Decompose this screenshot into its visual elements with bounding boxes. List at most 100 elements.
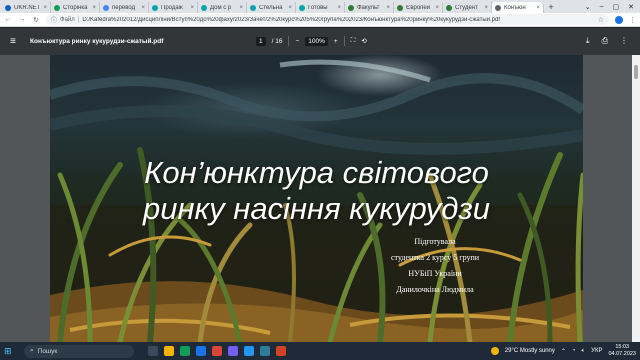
tab-favicon-icon (348, 4, 354, 11)
browser-tab[interactable]: Готовы × (296, 2, 345, 13)
tab-close-icon[interactable]: × (386, 5, 390, 11)
profile-avatar[interactable] (615, 15, 623, 24)
zoom-in-button[interactable]: + (334, 38, 338, 45)
reload-button[interactable]: ↻ (32, 16, 40, 24)
maximize-button[interactable]: ▢ (613, 3, 620, 11)
pdf-page-controls: 1 / 16 − 100% + ⛶ ⟲ (256, 36, 367, 46)
browser-tab[interactable]: Сторінка × (51, 2, 100, 13)
tab-close-icon[interactable]: × (536, 5, 540, 11)
chrome-icon[interactable] (212, 346, 222, 356)
back-button[interactable]: ← (4, 16, 12, 23)
menu-icon[interactable]: ≡ (10, 36, 24, 47)
viber-icon[interactable] (228, 346, 238, 356)
tab-close-icon[interactable]: × (43, 5, 47, 11)
tab-label: Конъюн (504, 4, 526, 11)
url-input[interactable]: ⓘ Файл | D:/Kafedra%202012/Дисципліни/Вс… (46, 14, 609, 25)
tab-close-icon[interactable]: × (337, 5, 341, 11)
page-number-input[interactable]: 1 (256, 36, 266, 46)
browser-tab[interactable]: Стельна × (247, 2, 296, 13)
network-icon[interactable]: ◔ (572, 348, 576, 354)
browser-tab[interactable]: Конъюн × (492, 2, 544, 13)
tab-close-icon[interactable]: × (239, 5, 243, 11)
tab-close-icon[interactable]: × (484, 5, 488, 11)
byline-line-3: НУБіП України (408, 269, 462, 278)
file-scheme-label: Файл (60, 16, 75, 23)
tab-label: UKR.NET (14, 4, 41, 11)
tab-label: перевод (112, 4, 136, 11)
address-bar: ← → ↻ ⓘ Файл | D:/Kafedra%202012/Дисципл… (0, 13, 640, 27)
search-icon: ⌕ (30, 347, 34, 354)
pdf-actions: ⤓ ⎙ ⋮ (586, 36, 628, 46)
browser-menu-icon[interactable]: ⋮ (629, 16, 636, 24)
zoom-input[interactable]: 100% (305, 36, 328, 46)
minimize-button[interactable]: – (600, 3, 604, 10)
info-icon[interactable]: ⓘ (51, 15, 57, 24)
tab-favicon-icon (201, 4, 207, 11)
byline-line-4: Данилочкіна Людмила (396, 285, 474, 294)
clock[interactable]: 15:03 04.07.2023 (608, 344, 636, 358)
divider (288, 36, 290, 46)
new-tab-button[interactable]: + (544, 2, 558, 13)
browser-tab[interactable]: Дом с р × (198, 2, 247, 13)
tab-favicon-icon (152, 4, 158, 11)
vertical-scrollbar[interactable] (632, 55, 640, 342)
tab-favicon-icon (5, 4, 11, 11)
file-explorer-icon[interactable] (164, 346, 174, 356)
taskbar-apps (148, 346, 286, 356)
slide-title-line-1: Кон’юнктура світового (144, 155, 489, 190)
scrollbar-thumb[interactable] (634, 65, 638, 79)
tab-close-icon[interactable]: × (435, 5, 439, 11)
byline-line-2: студентка 2 курсу 5 групи (390, 253, 480, 262)
windows-start-icon[interactable]: ⊞ (4, 346, 18, 357)
more-options-icon[interactable]: ⋮ (620, 36, 628, 46)
tab-label: Стельна (259, 4, 283, 11)
tab-favicon-icon (54, 4, 60, 11)
language-indicator[interactable]: УКР (591, 348, 602, 354)
outlook-icon[interactable] (260, 346, 270, 356)
chevron-down-icon[interactable]: ⌄ (585, 3, 591, 11)
tab-label: Готовы (308, 4, 328, 11)
tab-close-icon[interactable]: × (92, 5, 96, 11)
volume-icon[interactable]: 🔈︎ (582, 348, 586, 355)
tab-favicon-icon (495, 4, 501, 11)
tab-favicon-icon (250, 4, 256, 11)
zoom-out-button[interactable]: − (295, 38, 299, 45)
pdf-toolbar: ≡ Конъюктура ринку кукурудзи-сжатый.pdf … (0, 28, 640, 55)
browser-tab[interactable]: UKR.NET × (2, 2, 51, 13)
telegram-icon[interactable] (244, 346, 254, 356)
byline-line-1: Підготувала (414, 237, 456, 246)
browser-tab[interactable]: Європей × (394, 2, 443, 13)
pdf-viewer[interactable]: Кон’юнктура світового ринку насіння куку… (0, 55, 632, 342)
weather-text[interactable]: 29°C Mostly sunny (505, 348, 555, 354)
clock-time: 15:03 (615, 344, 630, 350)
download-icon[interactable]: ⤓ (586, 36, 590, 46)
tab-label: Дом с р (210, 4, 232, 11)
forward-button[interactable]: → (18, 16, 26, 23)
tab-favicon-icon (446, 4, 452, 11)
word-icon[interactable] (196, 346, 206, 356)
browser-tab[interactable]: Студент × (443, 2, 492, 13)
bookmark-star-icon[interactable]: ☆ (598, 16, 604, 24)
tab-close-icon[interactable]: × (190, 5, 194, 11)
tab-label: Європей (406, 4, 431, 11)
print-icon[interactable]: ⎙ (602, 36, 608, 46)
close-window-button[interactable]: ✕ (628, 3, 634, 11)
rotate-icon[interactable]: ⟲ (361, 37, 366, 45)
task-view-icon[interactable] (148, 346, 158, 356)
browser-tab[interactable]: Продаж × (149, 2, 198, 13)
weather-sun-icon[interactable] (490, 347, 499, 355)
browser-tab[interactable]: перевод × (100, 2, 149, 13)
tab-close-icon[interactable]: × (288, 5, 292, 11)
tab-favicon-icon (397, 4, 403, 11)
tab-close-icon[interactable]: × (141, 5, 145, 11)
page-total: / 16 (271, 37, 283, 45)
chevron-up-icon[interactable]: ⌃ (561, 348, 566, 355)
search-label: Пошук (37, 347, 58, 355)
pdf-title: Конъюктура ринку кукурудзи-сжатый.pdf (30, 38, 164, 45)
tab-label: Сторінка (63, 4, 88, 11)
taskbar-search[interactable]: ⌕ Пошук (24, 344, 134, 358)
store-icon[interactable] (180, 346, 190, 356)
fit-page-icon[interactable]: ⛶ (351, 37, 356, 45)
browser-tab[interactable]: Факульт × (345, 2, 394, 13)
powerpoint-icon[interactable] (276, 346, 286, 356)
